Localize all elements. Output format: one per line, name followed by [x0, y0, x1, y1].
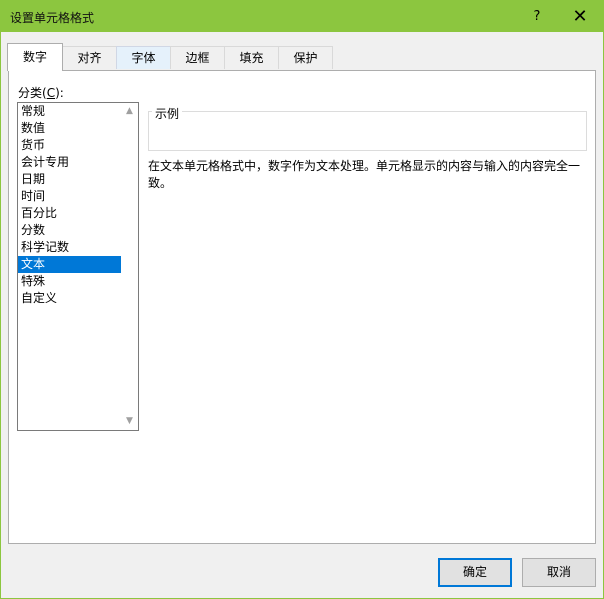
- cancel-button[interactable]: 取消: [522, 558, 596, 587]
- window-title: 设置单元格格式: [10, 11, 95, 25]
- category-scrollbar[interactable]: ▲ ▼: [121, 103, 138, 430]
- ok-button[interactable]: 确定: [438, 558, 512, 587]
- tab-border[interactable]: 边框: [170, 46, 225, 69]
- number-tab-panel: 分类(C): 常规 数值 货币 会计专用 日期 时间 百分比 分数 科学记数 文本 特殊 自定义 ▲ …: [8, 70, 596, 544]
- category-label: 分类(C):: [18, 86, 64, 100]
- category-list[interactable]: 常规 数值 货币 会计专用 日期 时间 百分比 分数 科学记数 文本 特殊 自定义 ▲ ▼: [17, 102, 139, 431]
- close-button[interactable]: ✕: [563, 5, 597, 29]
- category-item[interactable]: 会计专用: [18, 154, 121, 171]
- category-item[interactable]: 数值: [18, 120, 121, 137]
- category-item[interactable]: 百分比: [18, 205, 121, 222]
- category-item[interactable]: 特殊: [18, 273, 121, 290]
- tab-font[interactable]: 字体: [116, 46, 171, 69]
- scroll-down-arrow-icon[interactable]: ▼: [121, 413, 138, 430]
- tab-protection[interactable]: 保护: [278, 46, 333, 69]
- format-cells-dialog: 设置单元格格式 ? ✕ 数字 对齐 字体 边框 填充 保护 分类(C): 常规数…: [0, 0, 604, 599]
- help-button[interactable]: ?: [523, 6, 551, 28]
- title-bar[interactable]: 设置单元格格式 ? ✕: [1, 1, 603, 32]
- category-item[interactable]: 分数: [18, 222, 121, 239]
- category-item[interactable]: 日期: [18, 171, 121, 188]
- tab-number[interactable]: 数字: [7, 43, 63, 71]
- category-item[interactable]: 常规: [18, 103, 121, 120]
- category-item[interactable]: 自定义: [18, 290, 121, 307]
- category-item[interactable]: 货币: [18, 137, 121, 154]
- category-items: 常规 数值 货币 会计专用 日期 时间 百分比 分数 科学记数 文本 特殊 自定义: [18, 103, 138, 307]
- sample-legend: 示例: [152, 105, 183, 122]
- tab-fill[interactable]: 填充: [224, 46, 279, 69]
- category-item[interactable]: 时间: [18, 188, 121, 205]
- scroll-up-arrow-icon[interactable]: ▲: [121, 103, 138, 120]
- format-description: 在文本单元格格式中，数字作为文本处理。单元格显示的内容与输入的内容完全一致。: [148, 159, 581, 190]
- category-item[interactable]: 科学记数: [18, 239, 121, 256]
- category-item[interactable]: 文本: [18, 256, 121, 273]
- sample-box: [148, 111, 587, 151]
- tab-alignment[interactable]: 对齐: [62, 46, 117, 69]
